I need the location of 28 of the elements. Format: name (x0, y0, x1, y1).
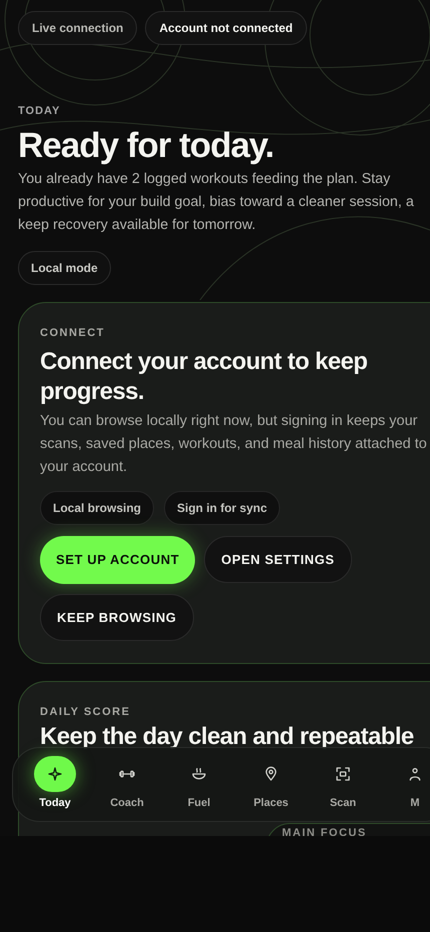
nav-tab[interactable]: Scan (330, 795, 356, 812)
action-button[interactable]: OPEN SETTINGS (204, 536, 352, 583)
section-label: DAILY SCORE (40, 705, 132, 720)
sparkle-icon (47, 766, 63, 782)
action-button[interactable]: KEEP BROWSING (40, 594, 194, 641)
location-pin-icon (263, 766, 279, 782)
nav-tab[interactable]: Places (254, 795, 288, 812)
nav-tab[interactable]: Today (39, 795, 71, 812)
nav-tab[interactable]: Fuel (188, 795, 210, 812)
card-title: Keep the day clean and repeatable (40, 722, 414, 750)
status-chip: Sign in for sync (164, 491, 280, 525)
setup-account-button[interactable]: SET UP ACCOUNT (40, 536, 196, 584)
person-icon (407, 766, 423, 782)
nav-tab[interactable]: Coach (110, 795, 144, 812)
bowl-icon (191, 766, 207, 782)
nav-tab[interactable]: M (410, 795, 420, 812)
card-description: You can browse locally right now, but signing in keeps your scans, saved places, workouts, and meal history attached to your account. (40, 412, 427, 477)
card-title: Connect your account to keep progress. (40, 347, 368, 407)
status-chip: Live connection (18, 11, 138, 45)
status-chip: Local browsing (40, 491, 154, 525)
page-title: Ready for today. (18, 126, 275, 166)
hero-description: You already have 2 logged workouts feeding the plan. Stay productive for your build goal, bias toward a cleaner session, a keep recovery available for tomorrow. (18, 170, 414, 234)
mode-chip: Local mode (18, 250, 111, 284)
scan-icon (335, 766, 351, 782)
section-label: CONNECT (40, 326, 106, 340)
section-label: TODAY (18, 104, 62, 119)
status-chip: Account not connected (145, 11, 307, 45)
section-label: MAIN FOCUS (282, 827, 368, 836)
